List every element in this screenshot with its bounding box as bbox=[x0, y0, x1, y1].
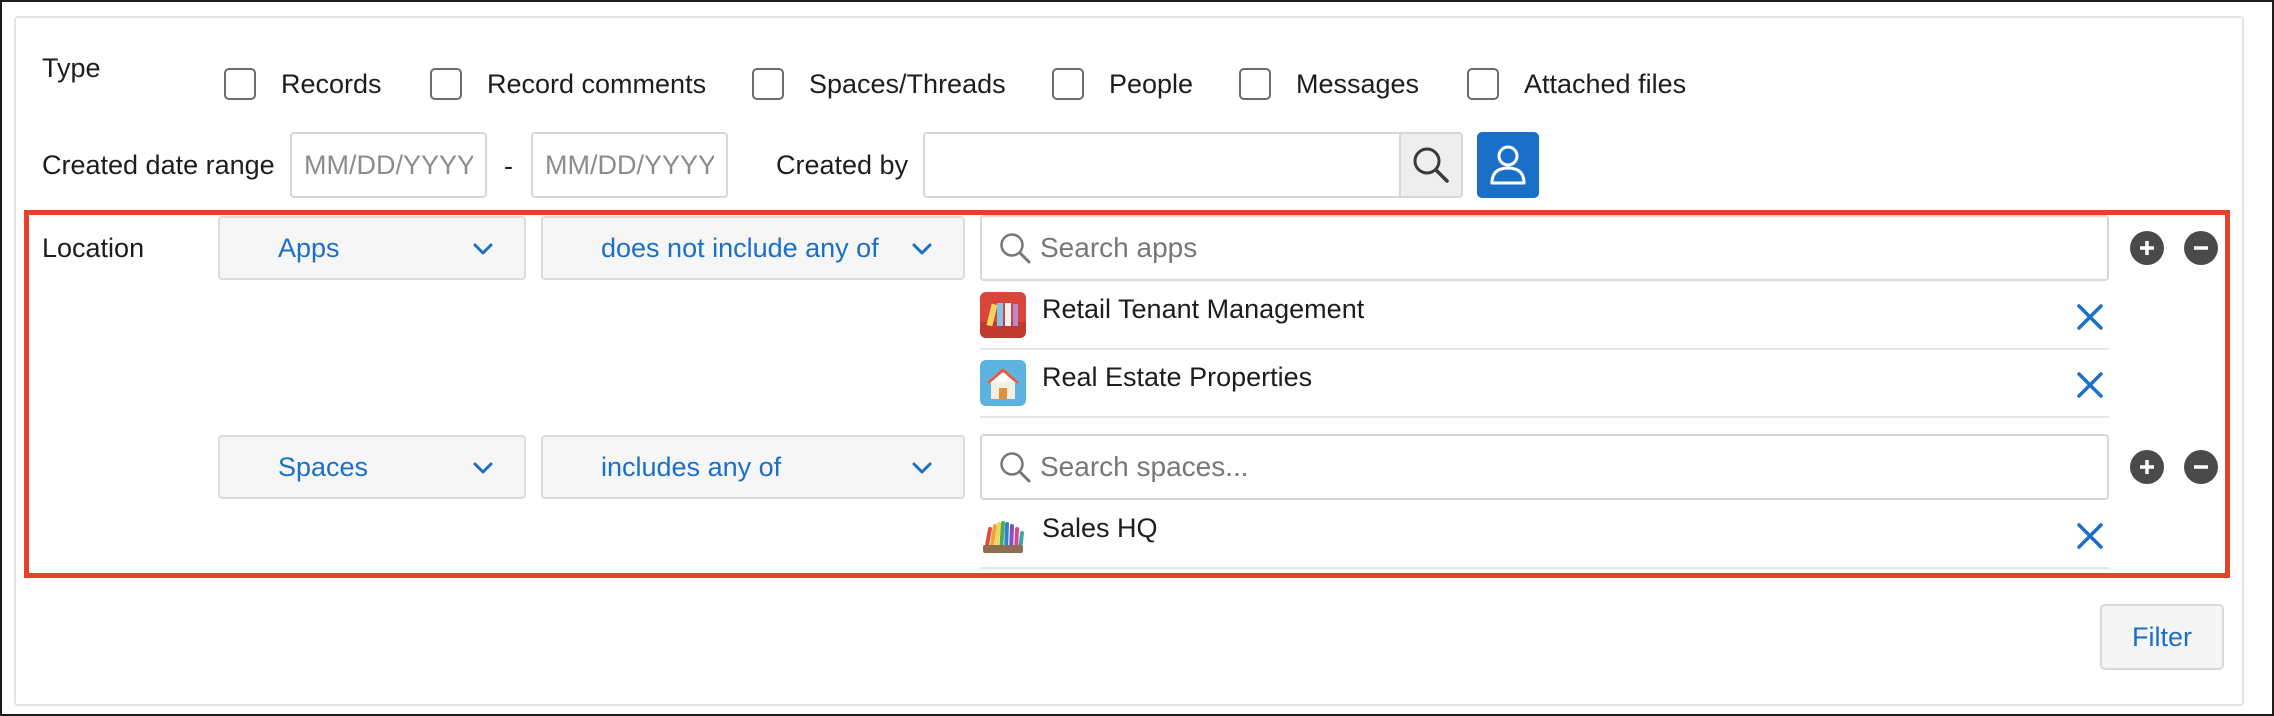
search-apps-input[interactable] bbox=[1040, 232, 2053, 264]
attached-files-checkbox[interactable] bbox=[1467, 68, 1499, 100]
records-label: Records bbox=[281, 68, 382, 99]
start-date-input[interactable] bbox=[290, 132, 487, 198]
selected-app-item: Retail Tenant Management bbox=[980, 284, 2109, 350]
chevron-down-icon bbox=[912, 462, 932, 474]
add-condition-button[interactable] bbox=[2130, 231, 2164, 265]
created-by-label: Created by bbox=[776, 150, 909, 180]
type-option-spaces-threads[interactable]: Spaces/Threads bbox=[752, 64, 1006, 104]
app-item-name: Retail Tenant Management bbox=[1042, 294, 1365, 324]
apps-operator-select[interactable]: does not include any of bbox=[541, 216, 965, 280]
records-checkbox[interactable] bbox=[224, 68, 256, 100]
minus-icon bbox=[2194, 465, 2208, 469]
messages-checkbox[interactable] bbox=[1239, 68, 1271, 100]
space-item-name: Sales HQ bbox=[1042, 513, 1158, 543]
plus-icon bbox=[2140, 460, 2154, 474]
remove-condition-button[interactable] bbox=[2184, 450, 2218, 484]
magnifier-icon bbox=[1413, 147, 1449, 183]
pencils-space-icon bbox=[980, 511, 1026, 557]
attached-files-label: Attached files bbox=[1524, 68, 1687, 99]
chevron-down-icon bbox=[473, 243, 493, 255]
type-option-attached-files[interactable]: Attached files bbox=[1467, 64, 1686, 104]
apps-scope-select[interactable]: Apps bbox=[218, 216, 526, 280]
messages-label: Messages bbox=[1296, 68, 1420, 99]
spaces-operator-select[interactable]: includes any of bbox=[541, 435, 965, 499]
minus-icon bbox=[2194, 246, 2208, 250]
people-label: People bbox=[1109, 68, 1194, 99]
spaces-threads-checkbox[interactable] bbox=[752, 68, 784, 100]
house-app-icon bbox=[980, 360, 1026, 406]
spaces-operator-value: includes any of bbox=[601, 451, 782, 482]
binders-app-icon bbox=[980, 292, 1026, 338]
filter-button[interactable]: Filter bbox=[2100, 604, 2224, 670]
search-apps-field[interactable] bbox=[980, 215, 2109, 281]
type-option-records[interactable]: Records bbox=[224, 64, 382, 104]
search-icon bbox=[1000, 233, 1031, 264]
location-label: Location bbox=[42, 233, 145, 263]
type-option-messages[interactable]: Messages bbox=[1239, 64, 1419, 104]
spaces-scope-select[interactable]: Spaces bbox=[218, 435, 526, 499]
remove-condition-button[interactable] bbox=[2184, 231, 2218, 265]
close-icon[interactable] bbox=[2075, 302, 2105, 332]
chevron-down-icon bbox=[473, 462, 493, 474]
chevron-down-icon bbox=[912, 243, 932, 255]
app-item-name: Real Estate Properties bbox=[1042, 362, 1313, 392]
end-date-input[interactable] bbox=[531, 132, 728, 198]
created-by-search-button[interactable] bbox=[1401, 132, 1463, 198]
search-spaces-input[interactable] bbox=[1040, 451, 2053, 483]
add-condition-button[interactable] bbox=[2130, 450, 2164, 484]
people-checkbox[interactable] bbox=[1052, 68, 1084, 100]
type-option-people[interactable]: People bbox=[1052, 64, 1193, 104]
type-option-record-comments[interactable]: Record comments bbox=[430, 64, 706, 104]
apps-operator-value: does not include any of bbox=[601, 232, 879, 263]
close-icon[interactable] bbox=[2075, 521, 2105, 551]
apps-scope-value: Apps bbox=[278, 232, 340, 263]
record-comments-label: Record comments bbox=[487, 68, 707, 99]
selected-space-item: Sales HQ bbox=[980, 503, 2109, 569]
record-comments-checkbox[interactable] bbox=[430, 68, 462, 100]
selected-app-item: Real Estate Properties bbox=[980, 352, 2109, 418]
user-picker-button[interactable] bbox=[1477, 132, 1539, 198]
created-by-input[interactable] bbox=[923, 132, 1401, 198]
date-range-separator: - bbox=[504, 151, 513, 181]
created-date-range-label: Created date range bbox=[42, 150, 275, 180]
close-icon[interactable] bbox=[2075, 370, 2105, 400]
plus-icon bbox=[2140, 241, 2154, 255]
person-icon bbox=[1490, 145, 1526, 185]
search-icon bbox=[1000, 452, 1031, 483]
spaces-threads-label: Spaces/Threads bbox=[809, 68, 1006, 99]
search-spaces-field[interactable] bbox=[980, 434, 2109, 500]
spaces-scope-value: Spaces bbox=[278, 451, 369, 482]
type-label: Type bbox=[42, 53, 101, 83]
